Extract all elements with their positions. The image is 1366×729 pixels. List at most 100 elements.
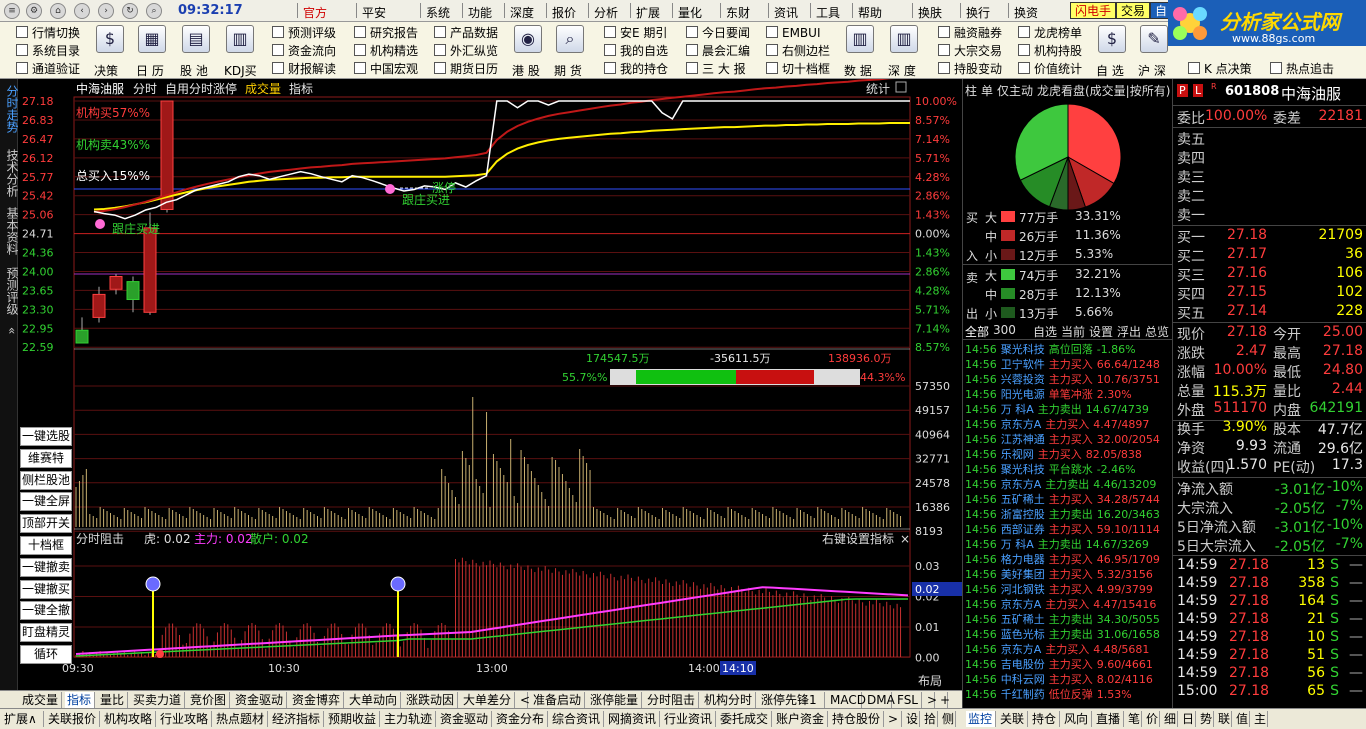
indicator-tab-9[interactable]: 大单差分 [461, 692, 515, 708]
vtab-2[interactable]: 基本资料 [0, 207, 19, 255]
toolbar-check-16[interactable]: 晨会汇编 [686, 43, 750, 59]
back-icon[interactable]: ‹ [74, 3, 90, 19]
intraday-chart[interactable]: 中海油服 分时 自用分时涨停 成交量 指标 统计 27.18 10.00% 26.83 8.57%… [18, 76, 962, 690]
bottom-tab-15[interactable]: 持仓股份 [830, 711, 884, 727]
toolbar-check-18[interactable]: EMBUI [766, 25, 821, 41]
toolbar-icon-9[interactable]: ✎ [1140, 25, 1168, 53]
trade-button[interactable]: 交易 [1116, 2, 1151, 19]
menu-11[interactable]: 工具 [816, 4, 840, 21]
ticker-row[interactable]: 14:56 千红制药 低位反弹 1.53% [965, 687, 1171, 702]
menu-1[interactable]: 平安 [362, 4, 386, 21]
bottom-tab-10[interactable]: 综合资讯 [550, 711, 604, 727]
bid-row-4[interactable]: 买五 27.14 228 [1177, 303, 1365, 322]
toolbar-check-8[interactable]: 中国宏观 [354, 61, 418, 77]
bottom-tab-5[interactable]: 经济指标 [270, 711, 324, 727]
vtab-3[interactable]: 预测评级 [0, 267, 19, 315]
toolbar-label-0[interactable]: 决策 [94, 62, 118, 79]
chart-header-item-2[interactable]: 成交量 [245, 81, 281, 96]
side-button-3[interactable]: 一键全屏 [20, 492, 72, 512]
menu-4[interactable]: 深度 [510, 4, 534, 21]
toolbar-icon-0[interactable]: $ [96, 25, 124, 53]
indicator-tab-17[interactable]: DMA [865, 692, 895, 708]
bottom-tab-13[interactable]: 委托成交 [718, 711, 772, 727]
indicator-tab-10[interactable]: < [518, 692, 530, 708]
bottom-tab-21[interactable]: 关联 [998, 711, 1028, 727]
layout-button[interactable]: 布局 [918, 674, 942, 688]
toolbar-label-1[interactable]: 日 历 [136, 62, 164, 79]
ticker-row[interactable]: 14:56 京东方A 主力卖出 4.46/13209 [965, 477, 1171, 492]
ticker-row[interactable]: 14:56 五矿稀土 主力买入 34.28/5744 [965, 492, 1171, 507]
ind-settings-button[interactable]: 右键设置指标 [822, 531, 894, 546]
toolbar-check-14[interactable]: 我的持仓 [604, 61, 668, 77]
indicator-tab-15[interactable]: 涨停先锋1 [759, 692, 825, 708]
side-button-7[interactable]: 一键撤买 [20, 579, 72, 599]
ticker-row[interactable]: 14:56 格力电器 主力买入 46.95/1709 [965, 552, 1171, 567]
menu-15[interactable]: 换资 [1014, 4, 1038, 21]
menu-14[interactable]: 换行 [966, 4, 990, 21]
toolbar-check-21[interactable]: 融资融券 [938, 25, 1002, 41]
bottom-tab-31[interactable]: 值 [1234, 711, 1250, 727]
toolbar-check-15[interactable]: 今日要闻 [686, 25, 750, 41]
ticker-filter-4[interactable]: 设置 [1089, 323, 1113, 340]
ask-row-1[interactable]: 卖四 [1177, 148, 1365, 167]
bottom-tab-25[interactable]: 笔 [1126, 711, 1142, 727]
toolbar-check-27[interactable]: K 点决策 [1188, 61, 1252, 77]
bid-row-1[interactable]: 买二 27.17 36 [1177, 246, 1365, 265]
ind-close-icon[interactable]: × [900, 532, 910, 546]
ticker-row[interactable]: 14:56 西部证券 主力买入 59.10/1114 [965, 522, 1171, 537]
ticker-row[interactable]: 14:56 万 科A 主力卖出 14.67/3269 [965, 537, 1171, 552]
bottom-tab-28[interactable]: 日 [1180, 711, 1196, 727]
ticker-row[interactable]: 14:56 京东方A 主力买入 4.47/15416 [965, 597, 1171, 612]
bottom-tab-2[interactable]: 机构攻略 [102, 711, 156, 727]
toolbar-label-4[interactable]: 港 股 [512, 62, 540, 79]
menu-12[interactable]: 帮助 [858, 4, 882, 21]
toolbar-check-11[interactable]: 期货日历 [434, 61, 498, 77]
bottom-tab-1[interactable]: 关联报价 [46, 711, 100, 727]
ticker-row[interactable]: 14:56 聚光科技 平台跳水 -2.46% [965, 462, 1171, 477]
bottom-tab-4[interactable]: 热点题材 [214, 711, 268, 727]
indicator-tab-6[interactable]: 资金博弈 [290, 692, 344, 708]
indicator-tab-11[interactable]: 准备启动 [531, 692, 585, 708]
side-button-8[interactable]: 一键全撤 [20, 601, 72, 621]
bottom-tab-14[interactable]: 账户资金 [774, 711, 828, 727]
bottom-tab-19[interactable]: 侧 [940, 711, 956, 727]
indicator-tab-5[interactable]: 资金驱动 [233, 692, 287, 708]
indicator-tab-7[interactable]: 大单动向 [347, 692, 401, 708]
p-badge[interactable]: P [1177, 84, 1188, 97]
chart-header-item-3[interactable]: 指标 [289, 81, 313, 96]
refresh-icon[interactable]: ↻ [122, 3, 138, 19]
ticker-row[interactable]: 14:56 阳光电源 单笔冲涨 2.30% [965, 387, 1171, 402]
menu-5[interactable]: 报价 [552, 4, 576, 21]
vtab-1[interactable]: 技术分析 [0, 149, 19, 197]
settings-icon[interactable]: ⚙ [26, 3, 42, 19]
bottom-tab-8[interactable]: 资金驱动 [438, 711, 492, 727]
toolbar-icon-2[interactable]: ▤ [182, 25, 210, 53]
bottom-tab-6[interactable]: 预期收益 [326, 711, 380, 727]
toolbar-icon-5[interactable]: ⌕ [556, 25, 584, 53]
ticker-row[interactable]: 14:56 美好集团 主力买入 5.32/3156 [965, 567, 1171, 582]
ticker-row[interactable]: 14:56 江苏神通 主力买入 32.00/2054 [965, 432, 1171, 447]
toolbar-icon-4[interactable]: ◉ [514, 25, 542, 53]
indicator-tab-18[interactable]: FSL [895, 692, 922, 708]
bottom-tab-20[interactable]: 监控 [966, 711, 996, 727]
menu-13[interactable]: 换肤 [918, 4, 942, 21]
menu-0[interactable]: 官方 [303, 4, 327, 21]
bid-row-0[interactable]: 买一 27.18 21709 [1177, 227, 1365, 246]
chart-header-item-0[interactable]: 分时 [133, 82, 157, 96]
ask-row-0[interactable]: 卖五 [1177, 129, 1365, 148]
ticker-row[interactable]: 14:56 京东方A 主力买入 4.47/4897 [965, 417, 1171, 432]
side-button-1[interactable]: 维赛特 [20, 448, 72, 468]
chart-stat-button[interactable]: 统计 [866, 82, 890, 96]
toolbar-check-6[interactable]: 研究报告 [354, 25, 418, 41]
ticker-row[interactable]: 14:56 中科云网 主力买入 8.02/4116 [965, 672, 1171, 687]
bottom-tab-7[interactable]: 主力轨迹 [382, 711, 436, 727]
menu-6[interactable]: 分析 [594, 4, 618, 21]
toolbar-check-7[interactable]: 机构精选 [354, 43, 418, 59]
indicator-tab-4[interactable]: 竞价图 [188, 692, 230, 708]
bottom-tab-12[interactable]: 行业资讯 [662, 711, 716, 727]
toolbar-label-7[interactable]: 深 度 [888, 62, 916, 79]
indicator-tab-14[interactable]: 机构分时 [702, 692, 756, 708]
ticker-filter-6[interactable]: 总览 [1145, 323, 1169, 340]
bottom-tab-0[interactable]: 扩展∧ [2, 711, 44, 727]
indicator-tab-12[interactable]: 涨停能量 [588, 692, 642, 708]
